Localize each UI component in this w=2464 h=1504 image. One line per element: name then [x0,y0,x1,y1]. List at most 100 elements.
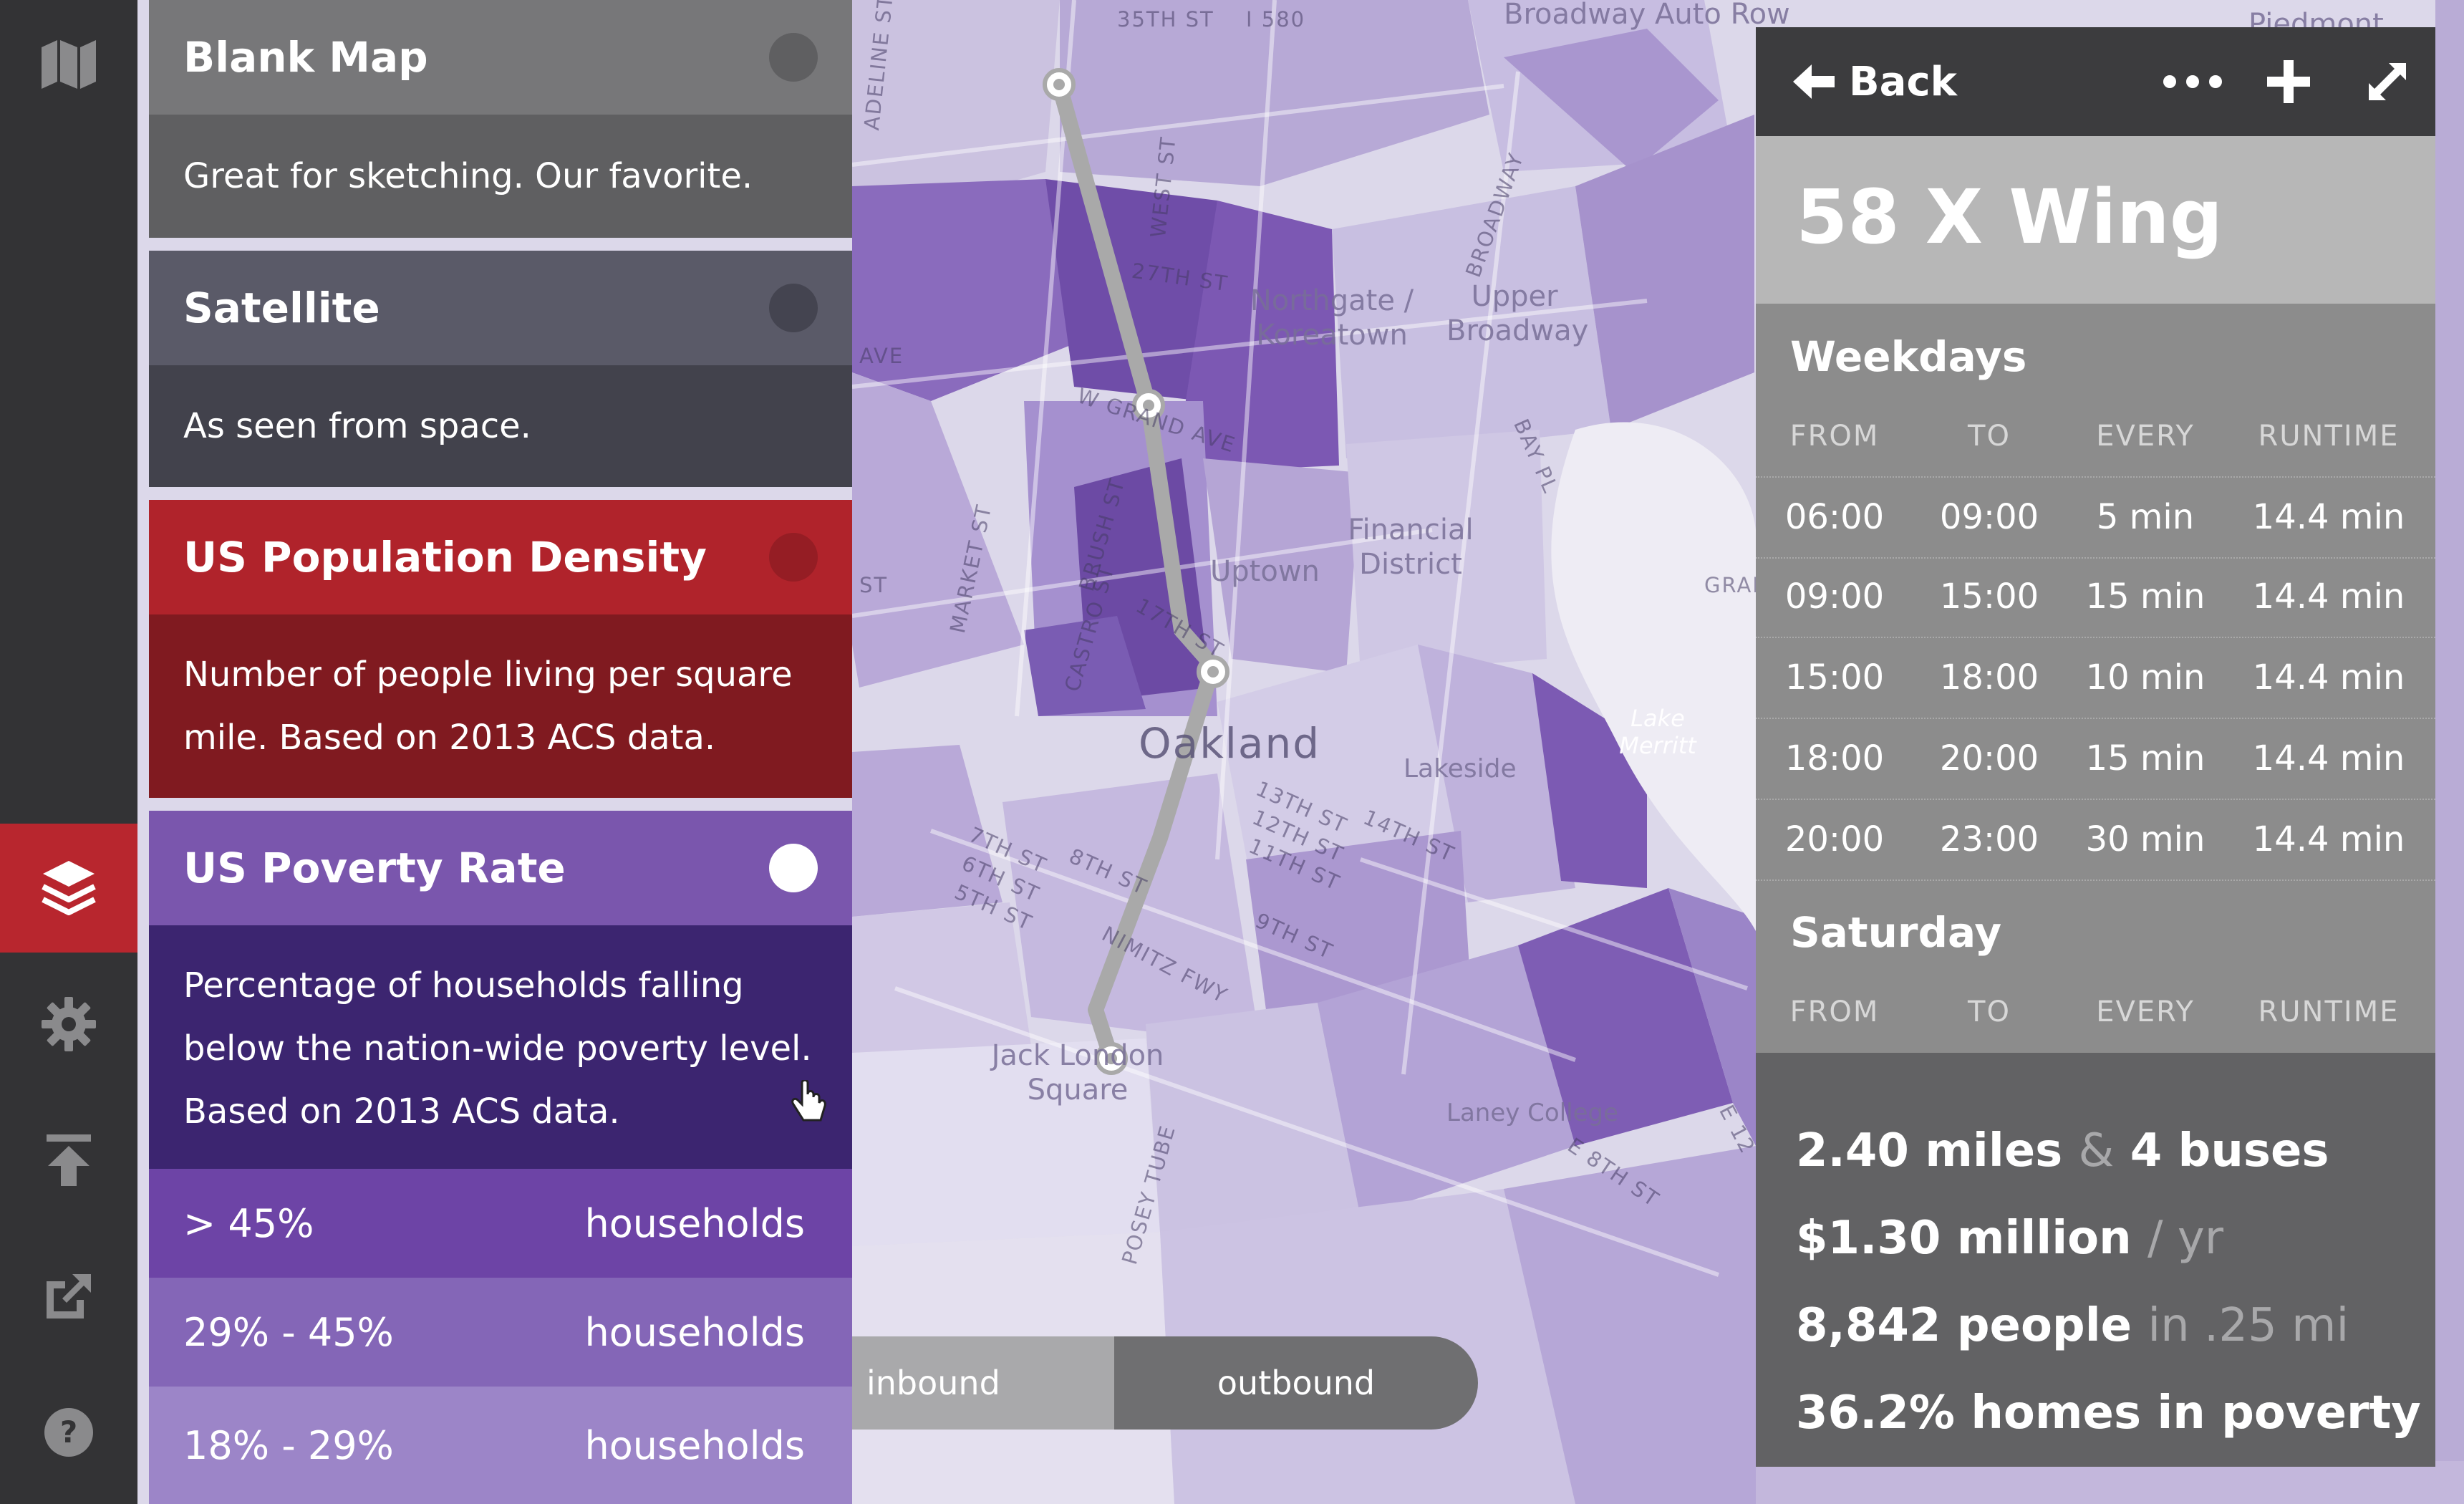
back-button[interactable]: Back [1792,53,1957,110]
legend-unit: households [584,1309,805,1355]
help-icon[interactable]: ? [0,1368,137,1497]
schedule-runtime: 14.4 min [2252,819,2405,859]
layer-description: Number of people living per square mile.… [149,614,852,798]
column-header-from: FROM [1789,420,1880,453]
schedule-heading-weekdays: Weekdays [1790,332,2027,381]
neighborhood-label: Lakeside [1403,754,1517,784]
street-label: AVE [859,344,904,368]
layer-radio[interactable] [769,284,818,332]
layer-option-population-density[interactable]: US Population Density [149,500,852,614]
layer-title: US Population Density [183,533,707,582]
stat-buses: 4 buses [2130,1124,2329,1177]
plus-icon[interactable] [2266,59,2311,105]
layer-title: US Poverty Rate [183,844,566,892]
layer-description: As seen from space. [149,365,852,487]
neighborhood-label: Northgate / Koreatown [1250,284,1414,352]
route-toolbar: Back [1756,27,2435,136]
column-header-from: FROM [1789,996,1880,1028]
schedule-every: 30 min [2085,819,2205,859]
back-label: Back [1849,58,1957,105]
schedule-from: 15:00 [1784,657,1885,698]
stat-poverty: 36.2% homes in poverty [1796,1387,2421,1440]
column-header-runtime: RUNTIME [2258,420,2400,453]
column-header-to: TO [1968,420,2011,453]
legend-range: 18% - 29% [183,1422,394,1468]
column-header-every: EVERY [2096,996,2195,1028]
neighborhood-label: Broadway Auto Row [1504,0,1790,31]
street-label: I 580 [1246,7,1306,32]
route-header: 58 X Wing [1756,136,2435,304]
gear-icon[interactable] [0,960,137,1089]
upload-icon[interactable] [0,1096,137,1225]
stat-people-unit: in .25 mi [2147,1299,2349,1352]
street-label: 35TH ST [1117,7,1214,32]
legend-range: > 45% [183,1200,314,1246]
app: 35TH ST I 580 ADELINE ST WEST ST 27TH ST… [0,0,2464,1504]
schedule-to: 15:00 [1939,577,2039,617]
column-header-to: TO [1968,996,2011,1028]
layer-title: Blank Map [183,33,428,82]
layer-radio[interactable] [769,33,818,82]
layer-option-satellite[interactable]: Satellite [149,251,852,365]
expand-icon[interactable] [2367,62,2407,102]
inbound-button[interactable]: inbound [852,1336,1114,1430]
schedule-to: 20:00 [1939,738,2039,778]
column-header-every: EVERY [2096,420,2195,453]
schedule-heading-saturday: Saturday [1790,908,2002,957]
layer-description-line: Number of people living per square [183,655,793,695]
schedule-row: 09:00 15:00 15 min 14.4 min [1756,557,2435,638]
stat-miles: 2.40 miles [1796,1124,2063,1177]
schedule-runtime: 14.4 min [2252,657,2405,698]
layer-description-line: Percentage of households falling [183,965,744,1006]
route-stats: 2.40 miles & 4 buses $1.30 million / yr … [1756,1053,2435,1467]
layer-option-blank-map[interactable]: Blank Map [149,0,852,115]
arrow-left-icon [1793,64,1835,99]
export-icon[interactable] [0,1232,137,1361]
layers-panel: Blank Map Great for sketching. Our favor… [149,0,852,1504]
icon-rail: ? [0,0,137,1504]
stat-cost-value: $1.30 million [1796,1212,2132,1265]
layers-icon[interactable] [0,824,137,953]
stat-people: 8,842 people in .25 mi [1796,1299,2349,1352]
street-label: ST [859,573,889,597]
schedule-row: 15:00 18:00 10 min 14.4 min [1756,638,2435,719]
schedule-runtime: 14.4 min [2252,497,2405,537]
legend-row: > 45% households [149,1169,852,1278]
schedule-runtime: 14.4 min [2252,577,2405,617]
map-icon[interactable] [0,0,137,129]
schedule-from: 18:00 [1784,738,1885,778]
layer-description-line: Based on 2013 ACS data. [183,1091,620,1132]
outbound-button[interactable]: outbound [1114,1336,1478,1430]
lake-label: Lake Merritt [1619,705,1696,759]
schedule-from: 09:00 [1784,577,1885,617]
neighborhood-label: Upper Broadway [1446,280,1589,347]
city-label: Oakland [1139,719,1321,768]
layer-radio-selected[interactable] [769,844,818,892]
column-header-runtime: RUNTIME [2258,996,2400,1028]
neighborhood-label: Jack London Square [991,1039,1164,1107]
route-name: 58 X Wing [1796,173,2223,261]
more-icon[interactable] [2163,73,2223,90]
schedule-every: 10 min [2085,657,2205,698]
direction-toggle: inbound outbound [852,1336,1478,1430]
schedule-to: 23:00 [1939,819,2039,859]
schedule-every: 15 min [2085,738,2205,778]
neighborhood-label: Financial District [1348,514,1474,581]
stat-cost: $1.30 million / yr [1796,1212,2223,1265]
neighborhood-label: Uptown [1210,555,1320,588]
neighborhood-label: Laney College [1446,1099,1619,1127]
layer-option-poverty-rate[interactable]: US Poverty Rate [149,811,852,925]
schedule-row: 18:00 20:00 15 min 14.4 min [1756,719,2435,800]
hand-cursor-icon [791,1080,826,1122]
stat-amp: & [2078,1124,2115,1177]
schedule-to: 18:00 [1939,657,2039,698]
layer-description-line: mile. Based on 2013 ACS data. [183,718,716,758]
schedule-runtime: 14.4 min [2252,738,2405,778]
schedule-to: 09:00 [1939,497,2039,537]
route-panel: Back 58 X Wing Weekdays FROM TO EVERY RU… [1756,27,2435,1467]
stat-distance: 2.40 miles & 4 buses [1796,1124,2329,1177]
legend-unit: households [584,1200,805,1246]
schedule-every: 15 min [2085,577,2205,617]
layer-radio[interactable] [769,533,818,582]
stat-people-value: 8,842 people [1796,1299,2132,1352]
